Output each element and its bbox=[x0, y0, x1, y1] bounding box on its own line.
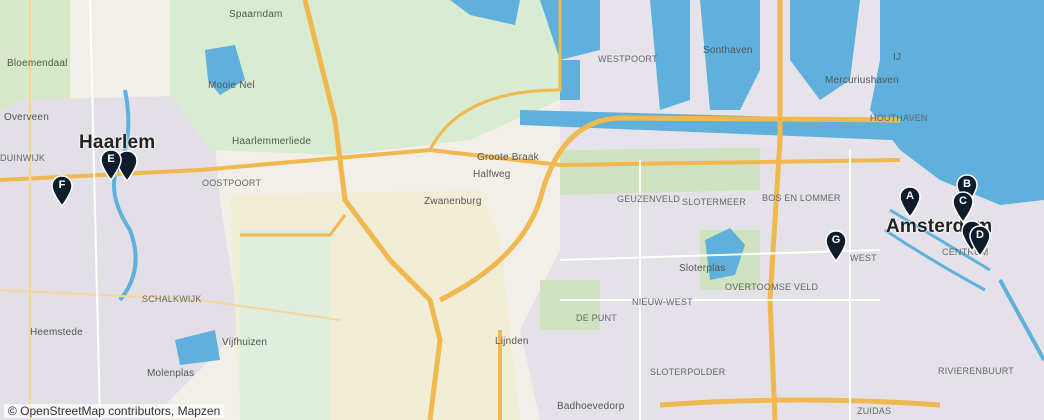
label-sonthaven: Sonthaven bbox=[703, 45, 753, 56]
label-mercuriushaven: Mercuriushaven bbox=[825, 75, 899, 86]
label-rivierenbuurt: RIVIERENBUURT bbox=[938, 366, 1014, 376]
label-slotermeer: SLOTERMEER bbox=[682, 197, 747, 207]
label-west: WEST bbox=[850, 253, 877, 263]
map-marker-f[interactable]: F bbox=[51, 175, 73, 207]
label-overtoomse-veld: OVERTOOMSE VELD bbox=[725, 282, 819, 292]
label-molenplas: Molenplas bbox=[147, 368, 195, 379]
label-sloterplas: Sloterplas bbox=[679, 263, 726, 274]
label-de-punt: DE PUNT bbox=[576, 313, 617, 323]
map-marker-g[interactable]: G bbox=[825, 230, 847, 262]
label-haarlemmerliede: Haarlemmerliede bbox=[232, 136, 312, 147]
marker-label: E bbox=[107, 153, 115, 165]
label-mooie-nel: Mooie Nel bbox=[208, 80, 255, 91]
label-duinwijk: DUINWIJK bbox=[0, 153, 46, 163]
label-geuzenveld: GEUZENVELD bbox=[617, 194, 681, 204]
label-oostpoort: OOSTPOORT bbox=[202, 178, 262, 188]
label-badhoevedorp: Badhoevedorp bbox=[557, 401, 625, 412]
label-westpoort: WESTPOORT bbox=[598, 54, 658, 64]
label-overveen: Overveen bbox=[4, 112, 49, 123]
marker-label: D bbox=[976, 229, 984, 241]
label-houthaven: HOUTHAVEN bbox=[870, 113, 928, 123]
marker-label: G bbox=[831, 234, 841, 246]
label-schalkwijk: SCHALKWIJK bbox=[142, 294, 202, 304]
map-marker-e[interactable]: E bbox=[100, 149, 122, 181]
label-zwanenburg: Zwanenburg bbox=[424, 196, 482, 207]
label-ij: IJ bbox=[893, 52, 902, 63]
marker-label: C bbox=[959, 195, 967, 207]
label-halfweg: Halfweg bbox=[473, 169, 511, 180]
label-sloterpolder: SLOTERPOLDER bbox=[650, 367, 726, 377]
marker-label: F bbox=[58, 179, 66, 191]
marker-label: B bbox=[963, 178, 971, 190]
map-marker-d[interactable]: D bbox=[969, 225, 991, 257]
map-attribution[interactable]: © OpenStreetMap contributors, Mapzen bbox=[4, 404, 225, 418]
map-base-layer bbox=[0, 0, 1044, 420]
map-marker-c[interactable]: C bbox=[952, 191, 974, 223]
label-bos-en-lommer: BOS EN LOMMER bbox=[762, 193, 841, 203]
map-canvas[interactable]: Spaarndam Bloemendaal Mooie Nel Overveen… bbox=[0, 0, 1044, 420]
label-zuidas: ZUIDAS bbox=[857, 406, 892, 416]
map-marker-a[interactable]: A bbox=[899, 186, 921, 218]
label-bloemendaal: Bloemendaal bbox=[7, 58, 68, 69]
label-spaarndam: Spaarndam bbox=[229, 9, 283, 20]
label-lijnden: Lijnden bbox=[495, 336, 529, 347]
label-groote-braak: Groote Braak bbox=[477, 152, 539, 163]
label-heemstede: Heemstede bbox=[30, 327, 83, 338]
label-nieuw-west: NIEUW-WEST bbox=[632, 297, 693, 307]
label-vijfhuizen: Vijfhuizen bbox=[222, 337, 268, 348]
marker-label: A bbox=[906, 190, 914, 202]
